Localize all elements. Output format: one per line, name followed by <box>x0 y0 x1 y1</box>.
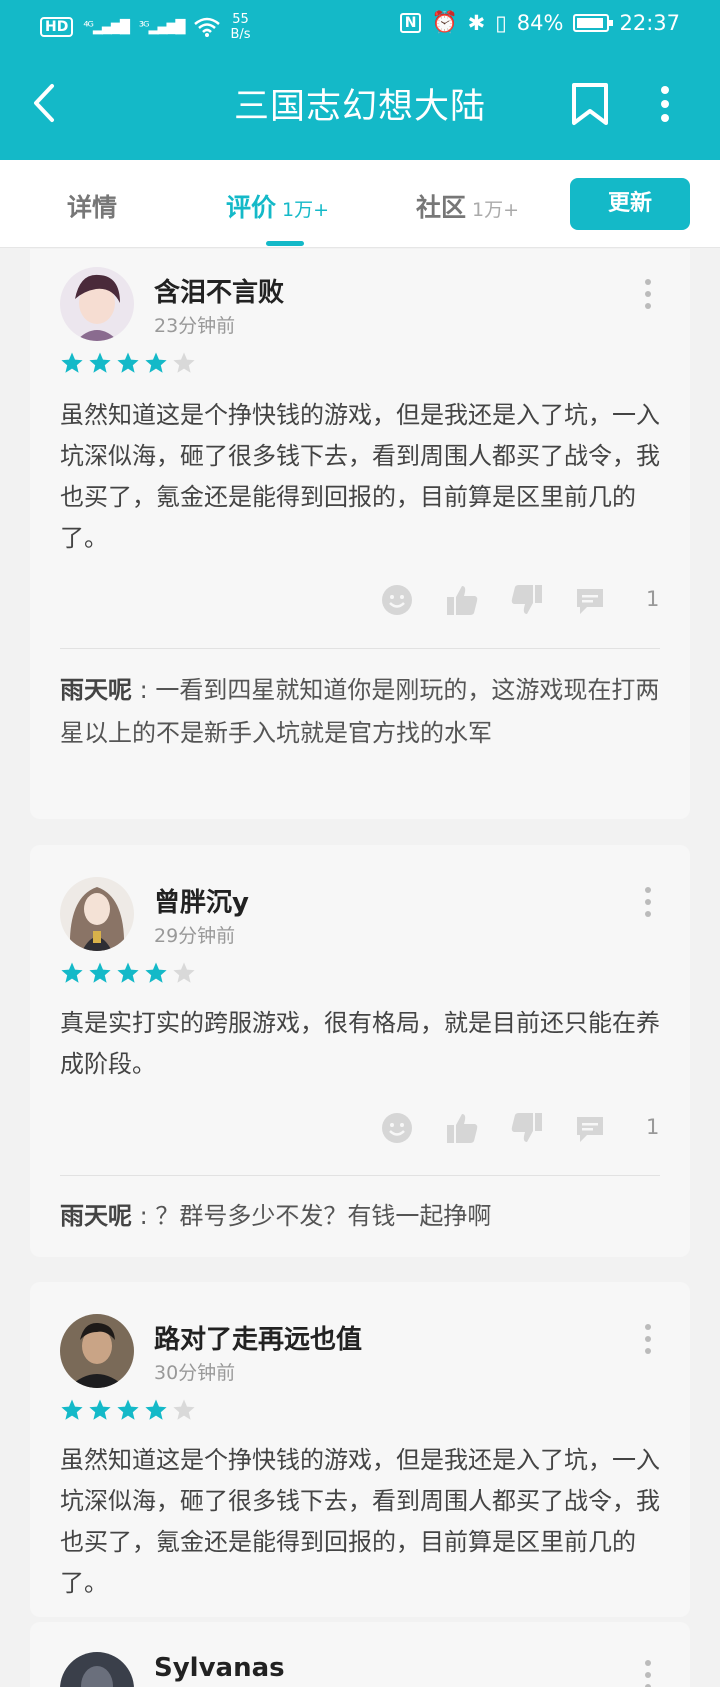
comment-count: 1 <box>646 1115 660 1139</box>
review-username[interactable]: 曾胖沉y <box>154 882 249 919</box>
review-more-icon[interactable] <box>640 277 656 311</box>
tab-reviews[interactable]: 评价 1万+ <box>226 188 329 224</box>
bluetooth-icon: ✱ <box>467 10 486 35</box>
review-text: 虽然知道这是个挣快钱的游戏，但是我还是入了坑，一入坑深似海，砸了很多钱下去，看到… <box>60 401 660 552</box>
divider <box>60 1175 660 1176</box>
user-avatar[interactable] <box>60 267 134 341</box>
tab-community-count: 1万+ <box>472 199 520 221</box>
divider <box>60 648 660 649</box>
review-actions: 1 <box>380 1111 660 1151</box>
user-avatar[interactable] <box>60 1314 134 1388</box>
review-card: Sylvanas <box>30 1622 690 1687</box>
vibrate-icon: ▯ <box>495 10 507 35</box>
review-card: 曾胖沉y 29分钟前 真是实打实的跨服游戏，很有格局，就是目前还只能在养成阶段。… <box>30 845 690 1257</box>
review-username[interactable]: Sylvanas <box>154 1653 285 1683</box>
clock: 22:37 <box>619 10 680 35</box>
more-menu-icon[interactable] <box>650 84 680 124</box>
4g-signal-icon: ⁴ᴳ▂▄▆█ <box>83 19 130 35</box>
review-time: 30分钟前 <box>154 1362 236 1384</box>
rating-stars <box>60 351 196 375</box>
star-filled-icon <box>61 962 83 983</box>
user-avatar[interactable] <box>60 877 134 951</box>
comment-icon[interactable] <box>573 1111 607 1145</box>
alarm-icon: ⏰ <box>431 10 458 34</box>
wifi-icon <box>194 17 221 37</box>
battery-icon <box>573 13 614 32</box>
comment-icon[interactable] <box>573 583 607 617</box>
review-username[interactable]: 路对了走再远也值 <box>154 1319 362 1356</box>
nfc-icon: N <box>399 12 422 33</box>
tab-bar: 详情 评价 1万+ 社区 1万+ 更新 <box>0 160 720 248</box>
star-filled-icon <box>89 352 111 373</box>
reply[interactable]: 雨天呢 : 一看到四星就知道你是刚玩的，这游戏现在打两星以上的不是新手入坑就是官… <box>60 669 660 755</box>
star-filled-icon <box>89 962 111 983</box>
status-bar: HD ⁴ᴳ▂▄▆█ ³ᴳ▂▄▆█ 55 B/s N ⏰ ✱ ▯ 84% 22:3… <box>0 0 720 50</box>
review-time: 29分钟前 <box>154 925 236 947</box>
bookmark-icon[interactable] <box>570 82 610 126</box>
review-card: 路对了走再远也值 30分钟前 虽然知道这是个挣快钱的游戏，但是我还是入了坑，一入… <box>30 1282 690 1617</box>
emoji-react-icon[interactable] <box>380 1111 414 1145</box>
tab-reviews-count: 1万+ <box>282 199 330 221</box>
comment-count: 1 <box>646 587 660 611</box>
rating-stars <box>60 961 196 985</box>
app-header: HD ⁴ᴳ▂▄▆█ ³ᴳ▂▄▆█ 55 B/s N ⏰ ✱ ▯ 84% 22:3… <box>0 0 720 160</box>
review-more-icon[interactable] <box>640 885 656 919</box>
battery-percent: 84% <box>516 10 564 35</box>
review-more-icon[interactable] <box>640 1322 656 1356</box>
star-filled-icon <box>117 1399 139 1420</box>
star-empty-icon <box>173 962 195 983</box>
thumbs-down-icon[interactable] <box>510 583 544 617</box>
star-empty-icon <box>173 352 195 373</box>
user-avatar[interactable] <box>60 1652 134 1687</box>
review-time: 23分钟前 <box>154 315 236 337</box>
review-username[interactable]: 含泪不言败 <box>154 272 284 309</box>
emoji-react-icon[interactable] <box>380 583 414 617</box>
3g-signal-icon: ³ᴳ▂▄▆█ <box>138 19 186 35</box>
star-filled-icon <box>145 352 167 373</box>
rating-stars <box>60 1398 196 1422</box>
star-filled-icon <box>61 352 83 373</box>
page-title: 三国志幻想大陆 <box>233 87 486 127</box>
reply-username[interactable]: 雨天呢 <box>60 676 132 704</box>
update-button[interactable]: 更新 <box>570 178 690 230</box>
star-filled-icon <box>61 1399 83 1420</box>
tab-community[interactable]: 社区 1万+ <box>416 188 519 224</box>
review-actions: 1 <box>380 583 660 623</box>
reply-username[interactable]: 雨天呢 <box>60 1202 132 1230</box>
reply-text: ？群号多少不发？有钱一起挣啊 <box>155 1202 492 1230</box>
tab-details[interactable]: 详情 <box>67 188 117 224</box>
review-card: 含泪不言败 23分钟前 虽然知道这是个挣快钱的游戏，但是我还是入了坑，一入坑深似… <box>30 249 690 819</box>
active-tab-indicator <box>266 241 304 246</box>
star-filled-icon <box>145 1399 167 1420</box>
thumbs-up-icon[interactable] <box>445 1111 479 1145</box>
star-filled-icon <box>117 352 139 373</box>
review-text: 虽然知道这是个挣快钱的游戏，但是我还是入了坑，一入坑深似海，砸了很多钱下去，看到… <box>60 1446 660 1597</box>
hd-icon: HD <box>40 17 74 37</box>
network-speed: 55 B/s <box>230 12 251 42</box>
thumbs-up-icon[interactable] <box>445 583 479 617</box>
star-filled-icon <box>145 962 167 983</box>
star-filled-icon <box>89 1399 111 1420</box>
reply-text: 一看到四星就知道你是刚玩的，这游戏现在打两星以上的不是新手入坑就是官方找的水军 <box>60 676 660 747</box>
thumbs-down-icon[interactable] <box>510 1111 544 1145</box>
reply[interactable]: 雨天呢 : ？群号多少不发？有钱一起挣啊 <box>60 1195 660 1238</box>
star-filled-icon <box>117 962 139 983</box>
star-empty-icon <box>173 1399 195 1420</box>
review-text: 真是实打实的跨服游戏，很有格局，就是目前还只能在养成阶段。 <box>60 1009 660 1078</box>
review-more-icon[interactable] <box>640 1658 656 1687</box>
